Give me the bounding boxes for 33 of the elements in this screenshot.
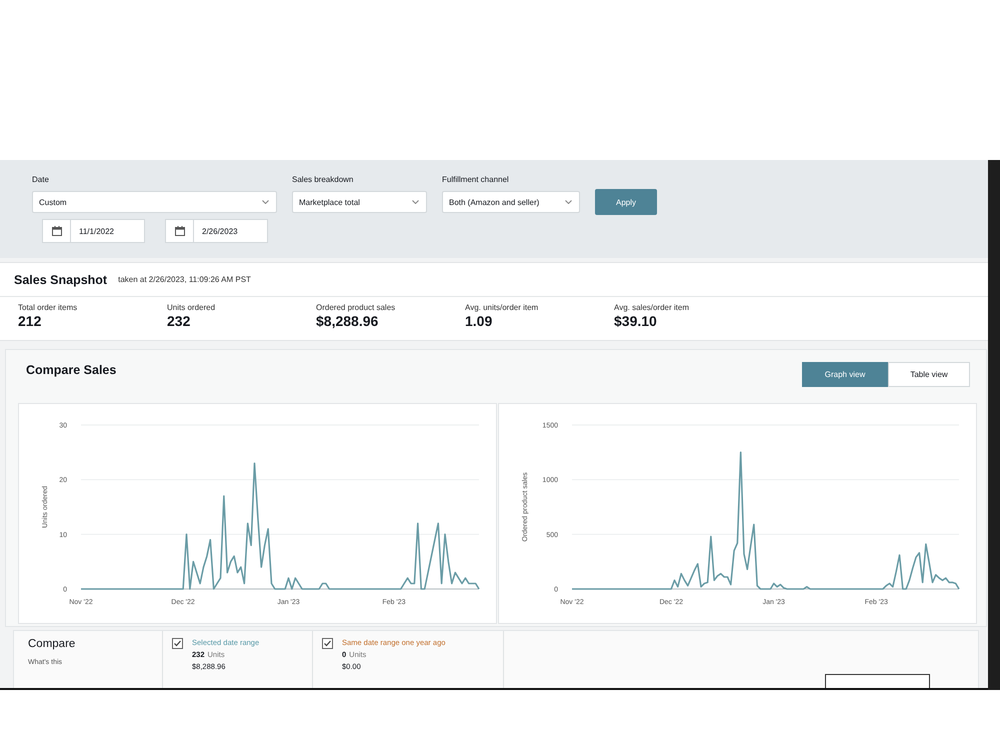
view-toggle-button[interactable]: Graph view bbox=[802, 362, 888, 387]
metric-label: Ordered product sales bbox=[316, 303, 396, 313]
field-label: Fulfillment channel bbox=[442, 174, 509, 186]
chevron-down-icon bbox=[262, 200, 269, 204]
date-field[interactable]: 11/1/2022 bbox=[42, 219, 145, 243]
field-label: Sales breakdown bbox=[292, 174, 354, 186]
chevron-down-icon bbox=[412, 200, 419, 204]
section-title: Sales Snapshot bbox=[14, 272, 108, 286]
calendar-icon bbox=[52, 226, 62, 236]
checkbox-icon[interactable] bbox=[322, 638, 333, 649]
outlined-button[interactable] bbox=[825, 674, 930, 688]
calendar-icon bbox=[174, 226, 184, 236]
metric-label: Avg. sales/order item bbox=[614, 303, 689, 313]
metric-value: 1.09 bbox=[465, 313, 492, 330]
timestamp-text: taken at 2/26/2023, 11:09:26 AM PST bbox=[118, 275, 251, 284]
metric-label: Units ordered bbox=[167, 303, 216, 313]
apply-button[interactable]: Apply bbox=[595, 189, 657, 215]
field-label: Date bbox=[32, 174, 49, 186]
compare-heading: Compare bbox=[28, 637, 76, 652]
metric-label: Total order items bbox=[18, 303, 78, 313]
metric-value: 212 bbox=[18, 313, 42, 330]
section-title: Compare Sales bbox=[26, 362, 116, 378]
chevron-down-icon bbox=[565, 200, 572, 204]
metric-value: $39.10 bbox=[614, 313, 657, 330]
view-toggle-button[interactable]: Table view bbox=[888, 362, 970, 387]
metric-value: $8,288.96 bbox=[316, 313, 378, 330]
date-field[interactable]: 2/26/2023 bbox=[165, 219, 268, 243]
dropdown[interactable]: Custom bbox=[32, 191, 277, 213]
checkbox-icon[interactable] bbox=[172, 638, 183, 649]
dropdown[interactable]: Both (Amazon and seller) bbox=[442, 191, 580, 213]
metric-label: Avg. units/order item bbox=[465, 303, 538, 313]
dropdown[interactable]: Marketplace total bbox=[292, 191, 427, 213]
metric-value: 232 bbox=[167, 313, 190, 330]
